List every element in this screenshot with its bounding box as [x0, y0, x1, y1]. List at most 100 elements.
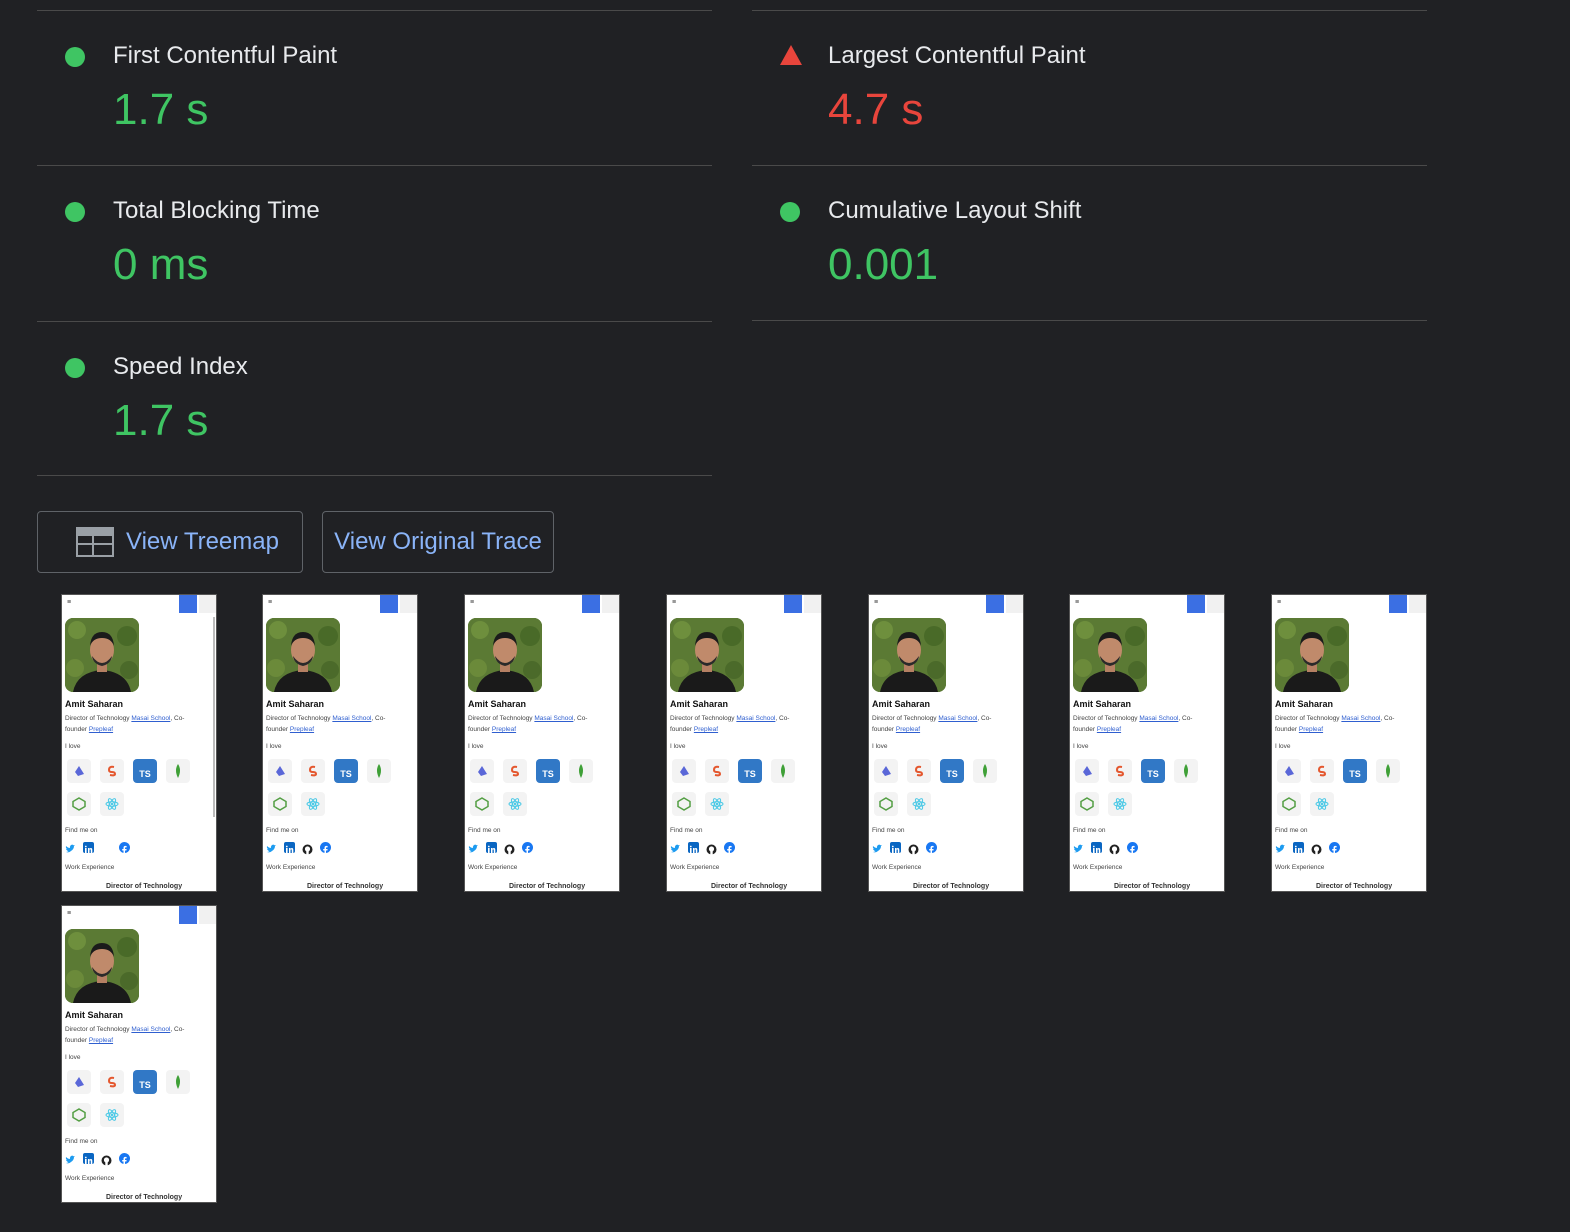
nodejs-icon: [672, 792, 696, 816]
linkedin-icon: [1091, 842, 1102, 853]
react-icon: [301, 792, 325, 816]
facebook-icon: [926, 842, 937, 855]
svelte-icon: [1310, 759, 1334, 783]
filmstrip-frame: ≡ Amit Saharan Director of Technology Ma…: [666, 594, 822, 892]
filmstrip-frame: ≡ Amit Saharan Director of Technology Ma…: [868, 594, 1024, 892]
mongodb-icon: [973, 759, 997, 783]
thumb-topbar: ≡: [62, 595, 216, 613]
svelte-icon: [301, 759, 325, 783]
thumb-find-label: Find me on: [1073, 827, 1106, 834]
nodejs-icon: [1277, 792, 1301, 816]
thumb-find-label: Find me on: [65, 1138, 98, 1145]
menu-icon: [199, 906, 216, 924]
prisma-icon: [1075, 759, 1099, 783]
filmstrip-frame: ≡ Amit Saharan Director of Technology Ma…: [61, 594, 217, 892]
prisma-icon: [1277, 759, 1301, 783]
thumb-bio: Director of Technology Masai School, Co-…: [468, 715, 588, 733]
twitter-icon: [1073, 842, 1084, 853]
linkedin-icon: [890, 842, 901, 853]
typescript-icon: TS: [133, 1070, 157, 1094]
thumb-name: Amit Saharan: [65, 1010, 124, 1020]
metric-largest-contentful-paint: Largest Contentful Paint 4.7 s: [752, 10, 1427, 165]
thumb-work-label: Work Experience: [1275, 864, 1325, 871]
profile-photo: [65, 929, 139, 1003]
theme-toggle-icon: [986, 595, 1004, 613]
thumb-find-label: Find me on: [670, 827, 703, 834]
twitter-icon: [670, 842, 681, 853]
thumb-topbar: ≡: [869, 595, 1023, 613]
prisma-icon: [67, 1070, 91, 1094]
menu-icon: [602, 595, 619, 613]
profile-photo: [468, 618, 542, 692]
filmstrip-frame: ≡ Amit Saharan Director of Technology Ma…: [1069, 594, 1225, 892]
thumb-role: Director of Technology: [1114, 883, 1191, 890]
facebook-icon: [320, 842, 331, 855]
metric-first-contentful-paint: First Contentful Paint 1.7 s: [37, 10, 712, 165]
mongodb-icon: [166, 759, 190, 783]
thumb-name: Amit Saharan: [266, 699, 325, 709]
thumb-find-label: Find me on: [872, 827, 905, 834]
svelte-icon: [503, 759, 527, 783]
metric-title: Largest Contentful Paint: [828, 42, 1086, 69]
linkedin-icon: [83, 842, 94, 853]
thumb-name: Amit Saharan: [872, 699, 931, 709]
thumb-work-label: Work Experience: [872, 864, 922, 871]
menu-icon: [1207, 595, 1224, 613]
svelte-icon: [100, 759, 124, 783]
mongodb-icon: [1376, 759, 1400, 783]
theme-toggle-icon: [582, 595, 600, 613]
github-icon: [706, 842, 717, 855]
linkedin-icon: [284, 842, 295, 853]
theme-toggle-icon: [380, 595, 398, 613]
react-icon: [1310, 792, 1334, 816]
thumb-topbar: ≡: [1272, 595, 1426, 613]
typescript-icon: TS: [334, 759, 358, 783]
thumb-love-label: I love: [1073, 743, 1089, 750]
thumb-role: Director of Technology: [509, 883, 586, 890]
github-icon: [1311, 842, 1322, 855]
thumb-bio: Director of Technology Masai School, Co-…: [65, 1026, 185, 1044]
react-icon: [1108, 792, 1132, 816]
view-original-trace-button[interactable]: View Original Trace: [322, 511, 554, 573]
hamburger-icon: ≡: [1277, 599, 1282, 606]
filmstrip-frame: ≡ Amit Saharan Director of Technology Ma…: [262, 594, 418, 892]
view-original-trace-label: View Original Trace: [334, 528, 542, 555]
thumb-work-label: Work Experience: [65, 864, 115, 871]
metric-cumulative-layout-shift: Cumulative Layout Shift 0.001: [752, 165, 1427, 321]
twitter-icon: [1275, 842, 1286, 853]
profile-photo: [1073, 618, 1147, 692]
twitter-icon: [65, 842, 76, 853]
view-treemap-button[interactable]: View Treemap: [37, 511, 303, 573]
view-treemap-label: View Treemap: [126, 528, 279, 555]
menu-icon: [199, 595, 216, 613]
nodejs-icon: [1075, 792, 1099, 816]
theme-toggle-icon: [1187, 595, 1205, 613]
menu-icon: [1006, 595, 1023, 613]
hamburger-icon: ≡: [470, 599, 475, 606]
metric-title: Cumulative Layout Shift: [828, 197, 1082, 224]
mongodb-icon: [166, 1070, 190, 1094]
metric-value: 4.7 s: [828, 85, 924, 134]
treemap-icon: [76, 527, 114, 557]
svelte-icon: [1108, 759, 1132, 783]
profile-photo: [65, 618, 139, 692]
thumb-name: Amit Saharan: [1073, 699, 1132, 709]
thumb-name: Amit Saharan: [670, 699, 729, 709]
profile-photo: [670, 618, 744, 692]
thumb-find-label: Find me on: [468, 827, 501, 834]
filmstrip-frame: ≡ Amit Saharan Director of Technology Ma…: [61, 905, 217, 1203]
theme-toggle-icon: [784, 595, 802, 613]
thumb-work-label: Work Experience: [65, 1175, 115, 1182]
metric-title: First Contentful Paint: [113, 42, 338, 69]
twitter-icon: [468, 842, 479, 853]
mongodb-icon: [367, 759, 391, 783]
profile-photo: [1275, 618, 1349, 692]
pass-indicator-icon: [65, 202, 85, 222]
thumb-love-label: I love: [468, 743, 484, 750]
mongodb-icon: [771, 759, 795, 783]
twitter-icon: [65, 1153, 76, 1164]
nodejs-icon: [67, 792, 91, 816]
react-icon: [503, 792, 527, 816]
facebook-icon: [1127, 842, 1138, 855]
thumb-bio: Director of Technology Masai School, Co-…: [670, 715, 790, 733]
